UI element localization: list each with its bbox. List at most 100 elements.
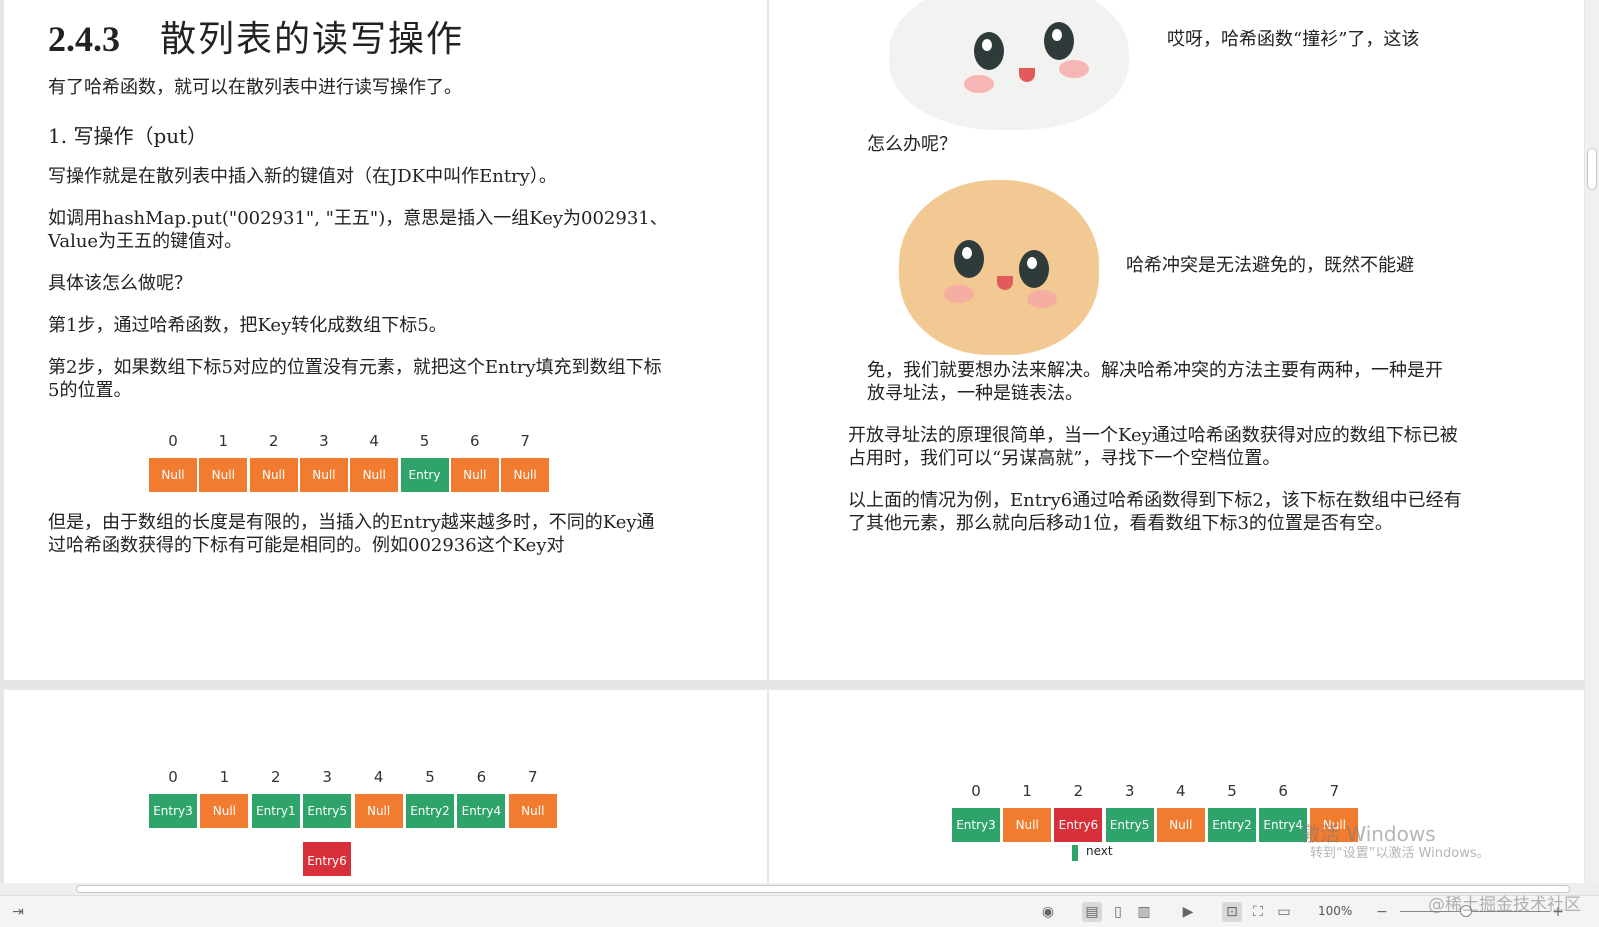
array-index-label: 7 — [520, 432, 530, 450]
continuous-page-icon[interactable]: ▤ — [1082, 902, 1102, 922]
zoom-level[interactable]: 100% — [1318, 904, 1352, 918]
array-cell: Null — [450, 458, 499, 492]
cat-eye — [1044, 22, 1074, 60]
intro-paragraph: 有了哈希函数，就可以在散列表中进行读写操作了。 — [48, 77, 462, 98]
array-cell: Entry4 — [457, 794, 506, 828]
array-cell: Null — [199, 458, 248, 492]
gray-cat-illustration — [889, 0, 1129, 130]
array-cell: Entry — [400, 458, 449, 492]
array-cell: Entry6 — [1054, 808, 1103, 842]
array-cell: Entry1 — [251, 794, 300, 828]
array-cell: Null — [1156, 808, 1205, 842]
cat-mouth — [1019, 68, 1035, 82]
next-arrow-icon — [1072, 845, 1078, 861]
array-cell: Null — [501, 458, 550, 492]
section-title-text: 散列表的读写操作 — [160, 19, 465, 59]
cat-eye — [974, 32, 1004, 70]
array-cell: Null — [350, 458, 399, 492]
array-index-label: 3 — [319, 432, 329, 450]
array-index-label: 1 — [218, 432, 229, 450]
paragraph: 但是，由于数组的长度是有限的，当插入的Entry越来越多时，不同的Key通过哈希… — [48, 512, 655, 556]
cat-eye — [1019, 250, 1049, 288]
speech-text-1-cont: 怎么办呢？ — [867, 134, 957, 155]
array-index-label: 5 — [1227, 782, 1237, 800]
orange-cat-illustration — [899, 180, 1099, 355]
page-1: 2.4.3 散列表的读写操作 有了哈希函数，就可以在散列表中进行读写操作了。 1.… — [4, 0, 767, 680]
speech-text-1: 哎呀，哈希函数“撞衫”了，这该 — [1167, 29, 1420, 50]
array-diagram: 0 1 2 3 4 5 6 7 Entry3 Null Entry1 Entry5 Null Entry2… — [149, 768, 569, 832]
incoming-entry6: Entry6 — [303, 842, 351, 876]
subheading-put: 1. 写操作（put） — [48, 124, 208, 148]
paragraph: 如调用hashMap.put("002931", "王五")，意思是插入一组Ke… — [48, 208, 668, 252]
array-index-label: 5 — [419, 432, 430, 450]
cat-blush — [964, 75, 994, 93]
vertical-scrollbar[interactable] — [1585, 0, 1599, 883]
array-cell: Entry3 — [149, 794, 197, 828]
horizontal-scroll-thumb[interactable] — [76, 885, 1570, 893]
fit-width-icon[interactable]: ▭ — [1274, 902, 1294, 922]
array-index-label: 2 — [271, 768, 281, 786]
array-index-label: 7 — [1329, 782, 1340, 800]
paragraph: 开放寻址法的原理很简单，当一个Key通过哈希函数获得对应的数组下标已被占用时，我… — [848, 425, 1458, 469]
paragraph: 第2步，如果数组下标5对应的位置没有元素，就把这个Entry填充到数组下标5的位… — [48, 357, 662, 401]
site-watermark: @稀土掘金技术社区 — [1428, 895, 1581, 915]
vertical-scroll-thumb[interactable] — [1587, 148, 1597, 190]
array-index-label: 5 — [425, 768, 435, 786]
array-index-label: 7 — [528, 768, 538, 786]
array-index-label: 1 — [1022, 782, 1032, 800]
paragraph: 第1步，通过哈希函数，把Key转化成数组下标5。 — [48, 315, 447, 336]
array-index-label: 3 — [322, 768, 332, 786]
array-index-label: 0 — [971, 782, 981, 800]
array-cell: Null — [249, 458, 298, 492]
actual-size-icon[interactable]: ⊡ — [1222, 902, 1242, 922]
two-page-icon[interactable]: ▥ — [1134, 902, 1154, 922]
array-index-label: 6 — [476, 768, 487, 786]
section-number: 2.4.3 — [48, 19, 120, 59]
array-index-label: 4 — [373, 768, 384, 786]
array-cell: Entry3 — [952, 808, 1000, 842]
cat-mouth — [997, 276, 1013, 290]
speech-text-2-cont: 免，我们就要想办法来解决。解决哈希冲突的方法主要有两种，一种是开放寻址法，一种是… — [867, 360, 1443, 404]
next-label: next — [1086, 844, 1113, 858]
paragraph: 具体该怎么做呢？ — [48, 273, 192, 294]
zoom-out-icon[interactable]: − — [1372, 902, 1392, 922]
array-index-label: 4 — [1176, 782, 1186, 800]
status-bar: ⇥ ◉ ▤ ▯ ▥ ▶ ⊡ ⛶ ▭ 100% − + @稀土掘金技术社区 — [0, 895, 1599, 927]
array-index-label: 1 — [219, 768, 230, 786]
single-page-icon[interactable]: ▯ — [1108, 902, 1128, 922]
speech-text-2: 哈希冲突是无法避免的，既然不能避 — [1126, 255, 1414, 276]
paragraph: 以上面的情况为例，Entry6通过哈希函数得到下标2，该下标在数组中已经有了其他… — [848, 490, 1462, 534]
fit-page-icon[interactable]: ⛶ — [1248, 902, 1268, 922]
array-index-label: 2 — [1073, 782, 1084, 800]
document-viewport[interactable]: 2.4.3 散列表的读写操作 有了哈希函数，就可以在散列表中进行读写操作了。 1.… — [0, 0, 1585, 883]
array-cell: Entry2 — [1208, 808, 1256, 842]
array-cell: Null — [1003, 808, 1052, 842]
eye-protect-icon[interactable]: ◉ — [1038, 902, 1058, 922]
cat-blush — [1027, 290, 1057, 308]
array-cell: Null — [299, 458, 348, 492]
array-index-label: 0 — [168, 768, 178, 786]
array-index-label: 3 — [1124, 782, 1135, 800]
section-title: 2.4.3 散列表的读写操作 — [48, 10, 464, 62]
cat-blush — [944, 285, 974, 303]
page-2: 哎呀，哈希函数“撞衫”了，这该 怎么办呢？ 哈希冲突是无法避免的，既然不能避 免… — [769, 0, 1584, 680]
cat-blush — [1059, 60, 1089, 78]
array-cell: Entry5 — [1105, 808, 1154, 842]
array-index-label: 6 — [470, 432, 480, 450]
array-cell: Null — [200, 794, 249, 828]
page-3: 0 1 2 3 4 5 6 7 Entry3 Null Entry1 Entry5 Null Entry2… — [4, 690, 767, 883]
array-diagram: 0 1 2 3 4 5 6 7 Null Null Null Null Null Entry Null Nul… — [149, 432, 554, 496]
array-index-label: 4 — [369, 432, 379, 450]
play-icon[interactable]: ▶ — [1178, 902, 1198, 922]
paragraph: 写操作就是在散列表中插入新的键值对（在JDK中叫作Entry）。 — [48, 166, 557, 187]
cat-eye — [954, 240, 984, 278]
array-cell: Entry2 — [406, 794, 454, 828]
array-index-label: 0 — [168, 432, 178, 450]
array-index-label: 6 — [1278, 782, 1288, 800]
activation-subtitle: 转到“设置”以激活 Windows。 — [1310, 846, 1490, 861]
horizontal-scrollbar[interactable] — [0, 883, 1599, 895]
array-cell: Null — [149, 458, 197, 492]
panel-toggle-icon[interactable]: ⇥ — [8, 902, 28, 922]
array-cell: Null — [354, 794, 403, 828]
array-index-label: 2 — [268, 432, 279, 450]
